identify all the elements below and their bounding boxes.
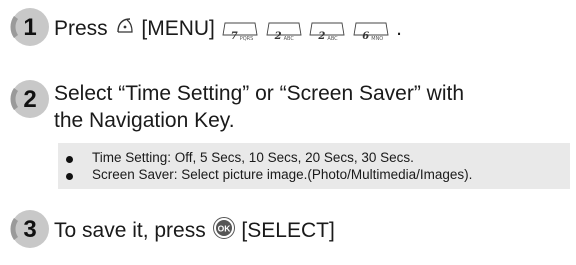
step-number-text: 2 xyxy=(23,86,36,113)
step-number-badge: 2 xyxy=(6,76,52,127)
note-text: Time Setting: Off, 5 Secs, 10 Secs, 20 S… xyxy=(92,150,414,165)
step-1-prefix: Press xyxy=(54,17,108,40)
keypad-key-7: 7 PQRS xyxy=(222,22,258,42)
keypad-key-2: 2 ABC xyxy=(266,22,302,42)
step-number-badge: 1 xyxy=(6,4,52,55)
menu-label: [MENU] xyxy=(141,17,215,40)
step-2-line-1: Select “Time Setting” or “Screen Saver” … xyxy=(54,82,465,105)
options-note-box: Time Setting: Off, 5 Secs, 10 Secs, 20 S… xyxy=(58,143,570,189)
key-glyph: 2 xyxy=(318,30,325,42)
key-glyph: 6 xyxy=(362,30,369,42)
key-letters: PQRS xyxy=(239,35,254,42)
step-3-prefix: To save it, press xyxy=(54,219,206,243)
key-letters: ABC xyxy=(283,35,294,42)
keypad-key-6: 6 MNO xyxy=(353,22,389,42)
key-glyph: 2 xyxy=(274,30,282,42)
step-3-instruction: To save it, press OK [SELECT] xyxy=(54,216,335,247)
ok-text: OK xyxy=(217,224,231,234)
select-label: [SELECT] xyxy=(241,219,335,243)
step-number-text: 1 xyxy=(23,14,36,41)
bullet-icon xyxy=(66,173,73,180)
step-1-suffix: . xyxy=(396,17,402,40)
step-1-instruction: Press [MENU] 7 PQRS 2 ABC 2 ABC 6 MNO . xyxy=(54,15,402,43)
bullet-icon xyxy=(66,156,73,163)
step-3: 3 To save it, press OK [SELECT] xyxy=(0,206,576,252)
step-2-line-2: the Navigation Key. xyxy=(54,109,235,132)
menu-softkey-icon xyxy=(114,16,136,43)
ok-button-icon: OK xyxy=(212,216,236,247)
key-letters: ABC xyxy=(327,35,338,42)
key-letters: MNO xyxy=(371,35,384,42)
keypad-key-2: 2 ABC xyxy=(309,22,345,42)
step-number-text: 3 xyxy=(23,216,36,243)
step-1: 1 Press [MENU] 7 PQRS 2 ABC 2 ABC 6 MNO … xyxy=(0,4,576,50)
key-glyph: 7 xyxy=(230,30,238,42)
step-2-instruction: Select “Time Setting” or “Screen Saver” … xyxy=(54,80,464,134)
step-number-badge: 3 xyxy=(6,206,52,257)
note-text: Screen Saver: Select picture image.(Phot… xyxy=(92,167,473,182)
step-2: 2 Select “Time Setting” or “Screen Saver… xyxy=(0,76,576,136)
